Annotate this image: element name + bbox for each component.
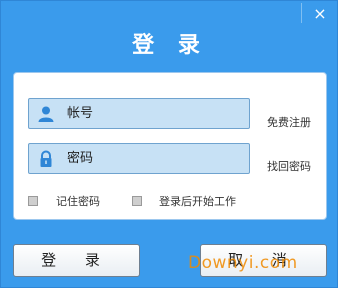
close-button[interactable]: × bbox=[309, 3, 331, 25]
remember-password-label[interactable]: 记住密码 bbox=[56, 193, 100, 209]
login-panel: 免费注册 找回密码 记住密码 登录后开始工作 bbox=[13, 72, 327, 220]
lock-icon bbox=[37, 150, 55, 168]
window-title: 登 录 bbox=[132, 33, 208, 58]
password-field[interactable] bbox=[28, 143, 250, 174]
account-input[interactable] bbox=[67, 99, 245, 128]
login-window: × 登 录 免费注册 找回密码 bbox=[0, 0, 338, 288]
close-icon: × bbox=[313, 4, 327, 23]
account-field[interactable] bbox=[28, 98, 250, 129]
forgot-password-link[interactable]: 找回密码 bbox=[267, 158, 311, 174]
user-icon bbox=[37, 105, 55, 123]
watermark-logo: Downyi.com bbox=[188, 253, 298, 273]
remember-password-checkbox[interactable] bbox=[28, 196, 38, 206]
login-button[interactable]: 登 录 bbox=[13, 244, 140, 277]
register-link[interactable]: 免费注册 bbox=[267, 114, 311, 130]
auto-start-label[interactable]: 登录后开始工作 bbox=[159, 193, 236, 209]
titlebar-controls: × bbox=[301, 1, 337, 29]
password-input[interactable] bbox=[67, 144, 245, 173]
auto-start-checkbox[interactable] bbox=[132, 196, 142, 206]
titlebar-separator bbox=[301, 3, 302, 23]
